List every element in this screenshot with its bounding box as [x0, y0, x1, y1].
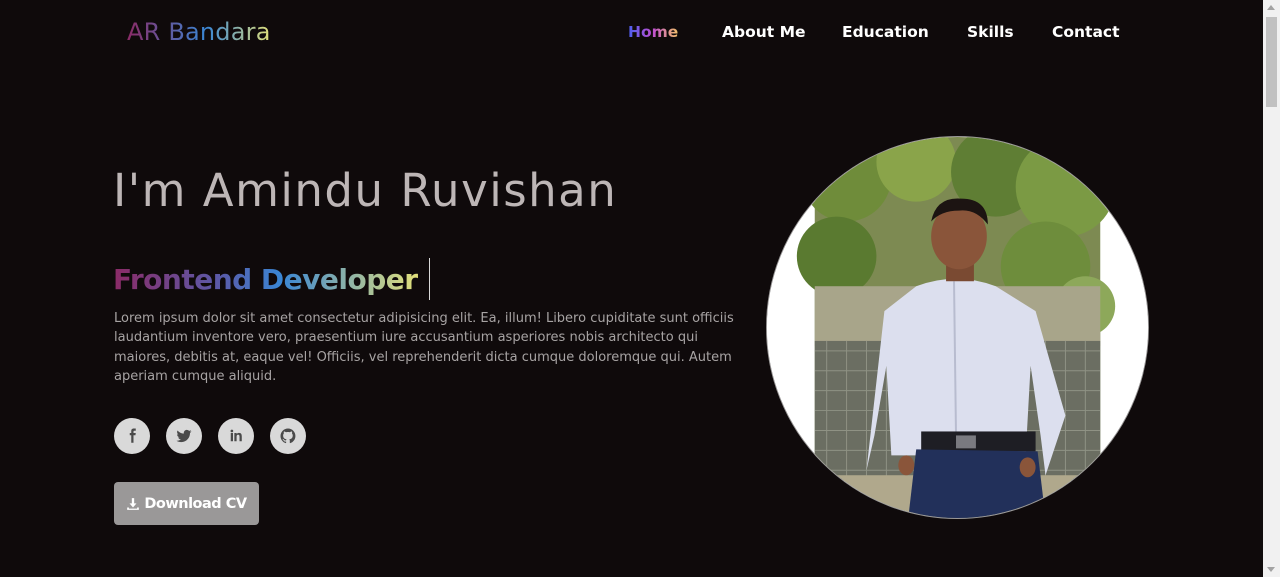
github-link[interactable]: [270, 418, 306, 454]
role-text: Frontend Developer: [113, 262, 418, 296]
social-links: [114, 418, 306, 454]
nav-link-home[interactable]: Home: [628, 23, 678, 41]
site-logo[interactable]: AR Bandara: [127, 18, 271, 46]
twitter-link[interactable]: [166, 418, 202, 454]
typing-cursor: [428, 258, 431, 300]
twitter-icon: [176, 429, 192, 443]
page-scrollbar[interactable]: [1263, 0, 1280, 577]
download-cv-label: Download CV: [144, 495, 247, 512]
scroll-down-arrow-icon[interactable]: [1267, 567, 1275, 572]
nav-link-contact[interactable]: Contact: [1052, 23, 1120, 41]
nav-link-skills[interactable]: Skills: [967, 23, 1014, 41]
facebook-icon: [129, 428, 136, 443]
github-icon: [280, 428, 296, 444]
hero-title: I'm Amindu Ruvishan: [113, 164, 618, 217]
bio-paragraph: Lorem ipsum dolor sit amet consectetur a…: [114, 311, 734, 384]
nav-link-about-me[interactable]: About Me: [722, 23, 806, 41]
download-cv-button[interactable]: Download CV: [114, 482, 259, 525]
profile-illustration: [767, 137, 1148, 518]
role-typewriter: Frontend Developer: [113, 258, 431, 300]
scroll-up-arrow-icon[interactable]: [1267, 5, 1275, 10]
facebook-link[interactable]: [114, 418, 150, 454]
nav-link-education[interactable]: Education: [842, 23, 929, 41]
linkedin-icon: [230, 429, 242, 442]
linkedin-link[interactable]: [218, 418, 254, 454]
scrollbar-thumb[interactable]: [1266, 17, 1277, 107]
profile-photo: [766, 136, 1149, 519]
download-icon: [127, 497, 140, 510]
